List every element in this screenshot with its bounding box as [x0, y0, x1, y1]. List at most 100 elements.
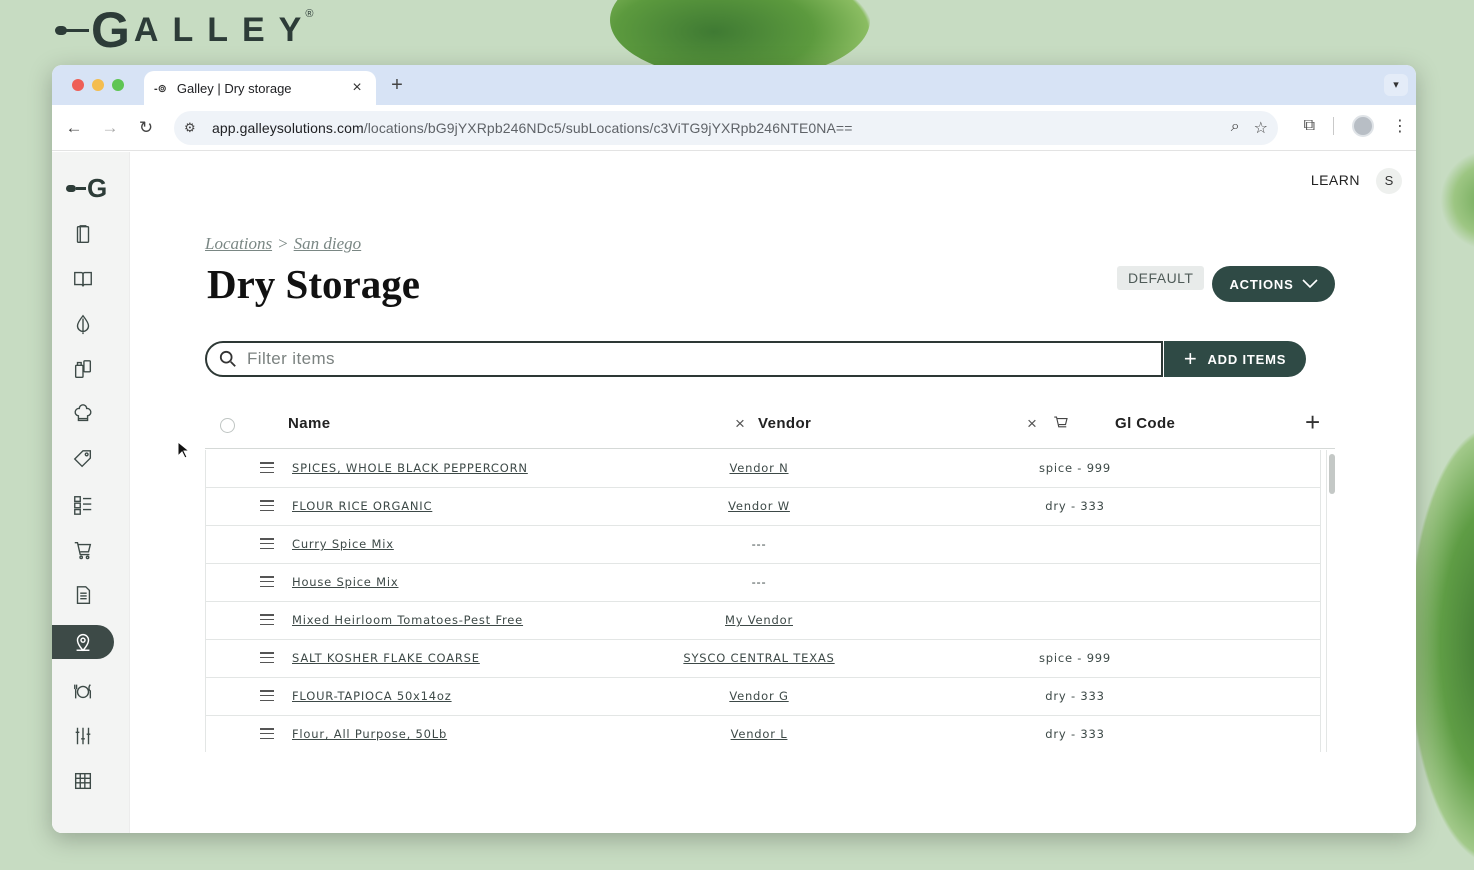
item-gl-code: spice - 999 — [1038, 461, 1112, 475]
add-column-icon[interactable]: + — [1305, 409, 1320, 435]
url-text[interactable]: app.galleysolutions.com/locations/bG9jYX… — [212, 120, 1231, 136]
table-row[interactable]: Curry Spice Mix --- — [206, 526, 1320, 564]
drag-handle-icon[interactable] — [260, 538, 274, 549]
table-row[interactable]: SALT KOSHER FLAKE COARSE SYSCO CENTRAL TE… — [206, 640, 1320, 678]
cart-icon[interactable] — [1052, 414, 1070, 432]
tab-title: Galley | Dry storage — [176, 80, 292, 96]
table-scrollbar[interactable] — [1326, 450, 1336, 752]
drag-handle-icon[interactable] — [260, 576, 274, 587]
default-badge: DEFAULT — [1117, 266, 1205, 290]
site-info-icon[interactable]: ⚙ — [184, 120, 208, 136]
sidebar-item-ingredients[interactable] — [52, 217, 114, 251]
drag-handle-icon[interactable] — [260, 728, 274, 739]
item-name-link[interactable]: Mixed Heirloom Tomatoes-Pest Free — [292, 613, 523, 627]
new-tab-button[interactable]: + — [386, 74, 408, 97]
clipboard-icon — [76, 225, 90, 243]
item-vendor-link[interactable]: Vendor N — [729, 461, 788, 475]
table-row[interactable]: FLOUR-TAPIOCA 50x14oz Vendor G dry - 333 — [206, 678, 1320, 716]
select-all-checkbox[interactable] — [220, 418, 235, 433]
registered-mark: ® — [305, 8, 314, 20]
sidebar-item-reports[interactable] — [52, 578, 114, 612]
favicon-icon: -⊚ — [154, 82, 167, 95]
tab-search-button[interactable]: ▾ — [1384, 74, 1408, 96]
bookmark-star-icon[interactable]: ☆ — [1254, 118, 1268, 138]
zoom-icon[interactable]: ⌕ — [1231, 118, 1240, 138]
drag-handle-icon[interactable] — [260, 462, 274, 473]
minimize-window-button[interactable] — [92, 79, 104, 91]
item-vendor-link[interactable]: Vendor G — [729, 689, 788, 703]
mouse-cursor-icon — [177, 441, 189, 459]
sidebar-item-locations[interactable] — [52, 625, 114, 659]
checklist-icon — [74, 496, 92, 515]
table-row[interactable]: House Spice Mix --- — [206, 564, 1320, 602]
item-name-link[interactable]: SPICES, WHOLE BLACK PEPPERCORN — [292, 461, 528, 475]
sidebar-item-menus[interactable] — [52, 397, 114, 431]
drag-handle-icon[interactable] — [260, 652, 274, 663]
item-vendor-link[interactable]: Vendor L — [731, 727, 788, 741]
tag-icon — [73, 450, 92, 468]
address-bar[interactable]: ⚙ app.galleysolutions.com/locations/bG9j… — [174, 111, 1278, 145]
learn-link[interactable]: LEARN — [1311, 172, 1360, 188]
page-title: Dry Storage — [207, 261, 420, 307]
remove-column-icon[interactable]: × — [1027, 414, 1037, 434]
table-row[interactable]: FLOUR RICE ORGANIC Vendor W dry - 333 — [206, 488, 1320, 526]
table-row[interactable]: Flour, All Purpose, 50Lb Vendor L dry - 33… — [206, 716, 1320, 752]
drag-handle-icon[interactable] — [260, 500, 274, 511]
maximize-window-button[interactable] — [112, 79, 124, 91]
user-avatar[interactable]: S — [1376, 168, 1402, 194]
search-icon — [219, 350, 236, 367]
item-name-link[interactable]: SALT KOSHER FLAKE COARSE — [292, 651, 480, 665]
drag-handle-icon[interactable] — [260, 614, 274, 625]
item-vendor-link[interactable]: Vendor W — [728, 499, 790, 513]
close-window-button[interactable] — [72, 79, 84, 91]
breadcrumb-locations-link[interactable]: Locations — [205, 234, 272, 253]
sidebar-item-recipes[interactable] — [52, 262, 114, 296]
item-vendor-link: --- — [751, 575, 767, 589]
sidebar-item-ordering[interactable] — [52, 533, 114, 567]
profile-avatar[interactable] — [1352, 115, 1374, 137]
drag-handle-icon[interactable] — [260, 690, 274, 701]
item-name-link[interactable]: Curry Spice Mix — [292, 537, 394, 551]
browser-window: -⊚ Galley | Dry storage × + ▾ ← → ↻ ⚙ ap… — [52, 65, 1416, 833]
item-name-link[interactable]: House Spice Mix — [292, 575, 398, 589]
actions-button[interactable]: ACTIONS — [1212, 266, 1335, 302]
tab-close-icon[interactable]: × — [348, 79, 366, 97]
extensions-icon[interactable]: ⧉ — [1304, 117, 1315, 135]
galley-brand-logo: G ALLEY ® — [55, 4, 313, 56]
table-row[interactable]: SPICES, WHOLE BLACK PEPPERCORN Vendor N sp… — [206, 450, 1320, 488]
items-table-body: SPICES, WHOLE BLACK PEPPERCORN Vendor N sp… — [205, 450, 1321, 752]
sidebar-item-produce[interactable] — [52, 307, 114, 341]
brand-logo-text: ALLEY — [133, 10, 316, 49]
reload-icon[interactable]: ↻ — [128, 118, 164, 138]
window-controls — [72, 79, 124, 91]
tab-strip: -⊚ Galley | Dry storage × + ▾ — [52, 65, 1416, 105]
back-icon[interactable]: ← — [56, 118, 92, 138]
filter-items-input[interactable] — [247, 349, 1127, 369]
column-header-gl-code[interactable]: Gl Code — [1115, 415, 1175, 432]
add-items-button[interactable]: + ADD ITEMS — [1164, 341, 1306, 377]
item-name-link[interactable]: FLOUR-TAPIOCA 50x14oz — [292, 689, 452, 703]
sidebar-item-service[interactable] — [52, 674, 114, 708]
sidebar-item-pricing[interactable] — [52, 442, 114, 476]
sidebar-item-calendar[interactable] — [52, 764, 114, 798]
chef-hat-icon — [74, 404, 92, 422]
item-name-link[interactable]: Flour, All Purpose, 50Lb — [292, 727, 447, 741]
browser-tab[interactable]: -⊚ Galley | Dry storage × — [144, 71, 376, 105]
column-header-vendor[interactable]: Vendor — [758, 415, 811, 432]
scrollbar-thumb[interactable] — [1329, 454, 1335, 494]
item-vendor-link[interactable]: My Vendor — [725, 613, 793, 627]
forward-icon[interactable]: → — [92, 118, 128, 138]
browser-menu-icon[interactable]: ⋮ — [1392, 116, 1408, 136]
item-name-link[interactable]: FLOUR RICE ORGANIC — [292, 499, 432, 513]
column-header-name[interactable]: Name — [288, 415, 330, 432]
breadcrumb-location-link[interactable]: San diego — [294, 234, 362, 253]
sidebar-item-checklists[interactable] — [52, 488, 114, 522]
clear-vendor-filter-icon[interactable]: × — [735, 414, 745, 434]
item-vendor-link[interactable]: SYSCO CENTRAL TEXAS — [683, 651, 834, 665]
sidebar-item-settings[interactable] — [52, 719, 114, 753]
sidebar-logo[interactable]: G — [66, 170, 110, 206]
table-row[interactable]: Mixed Heirloom Tomatoes-Pest Free My Vend… — [206, 602, 1320, 640]
actions-button-label: ACTIONS — [1229, 276, 1294, 292]
location-pin-icon — [76, 634, 90, 652]
sidebar-item-inventory[interactable] — [52, 352, 114, 386]
